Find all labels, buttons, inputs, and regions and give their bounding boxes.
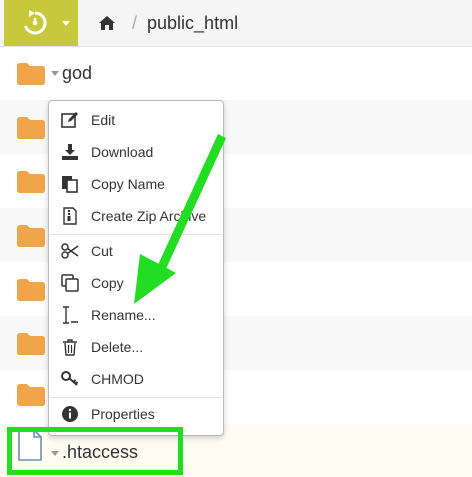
- info-icon: [62, 406, 78, 422]
- home-icon[interactable]: [98, 15, 116, 31]
- menu-item-label: Copy: [91, 275, 124, 291]
- breadcrumb: / public_html: [98, 0, 238, 46]
- menu-item-label: Download: [91, 144, 154, 160]
- menu-item-label: Copy Name: [91, 176, 165, 192]
- menu-item-copy[interactable]: Copy: [49, 270, 223, 298]
- history-icon: [24, 10, 47, 35]
- folder-icon: [17, 333, 45, 355]
- menu-item-label: Rename...: [91, 307, 156, 323]
- scissors-icon: [61, 243, 79, 259]
- menu-item-label: Properties: [91, 406, 155, 422]
- folder-icon: [17, 117, 45, 139]
- download-icon: [62, 144, 78, 160]
- menu-item-copy-name[interactable]: Copy Name: [49, 171, 223, 199]
- menu-item-download[interactable]: Download: [49, 139, 223, 167]
- chevron-down-icon[interactable]: [51, 71, 59, 76]
- menu-item-edit[interactable]: Edit: [49, 107, 223, 135]
- menu-item-chmod[interactable]: CHMOD: [49, 366, 223, 394]
- context-menu: Edit Download Copy Name Create Zip Archi…: [48, 100, 224, 436]
- top-toolbar: / public_html: [0, 0, 472, 47]
- row-label[interactable]: god: [62, 63, 92, 84]
- menu-divider: [51, 397, 221, 398]
- copy-name-icon: [62, 176, 78, 193]
- folder-icon: [17, 225, 45, 247]
- zip-icon: [63, 207, 77, 225]
- menu-item-rename[interactable]: Rename...: [49, 302, 223, 330]
- copy-icon: [61, 274, 79, 292]
- history-button[interactable]: [4, 0, 78, 46]
- menu-divider: [51, 234, 221, 235]
- breadcrumb-path[interactable]: public_html: [147, 13, 238, 34]
- key-icon: [61, 371, 79, 386]
- folder-icon: [17, 171, 45, 193]
- trash-icon: [63, 339, 77, 356]
- menu-item-label: Delete...: [91, 339, 144, 355]
- chevron-down-icon: [62, 21, 70, 26]
- breadcrumb-separator: /: [132, 12, 138, 33]
- folder-icon: [17, 279, 45, 301]
- folder-icon: [17, 384, 45, 406]
- menu-item-delete[interactable]: Delete...: [49, 334, 223, 362]
- list-item[interactable]: god: [0, 46, 472, 100]
- menu-item-label: Edit: [91, 112, 116, 128]
- menu-item-create-zip[interactable]: Create Zip Archive: [49, 203, 223, 231]
- menu-item-cut[interactable]: Cut: [49, 238, 223, 266]
- folder-icon: [17, 63, 45, 85]
- menu-item-properties[interactable]: Properties: [49, 401, 223, 429]
- menu-item-label: CHMOD: [91, 371, 144, 387]
- menu-item-label: Cut: [91, 243, 113, 259]
- menu-item-label: Create Zip Archive: [91, 208, 207, 224]
- text-cursor-icon: [63, 306, 78, 324]
- annotation-highlight-box: [7, 427, 183, 475]
- edit-icon: [61, 112, 78, 128]
